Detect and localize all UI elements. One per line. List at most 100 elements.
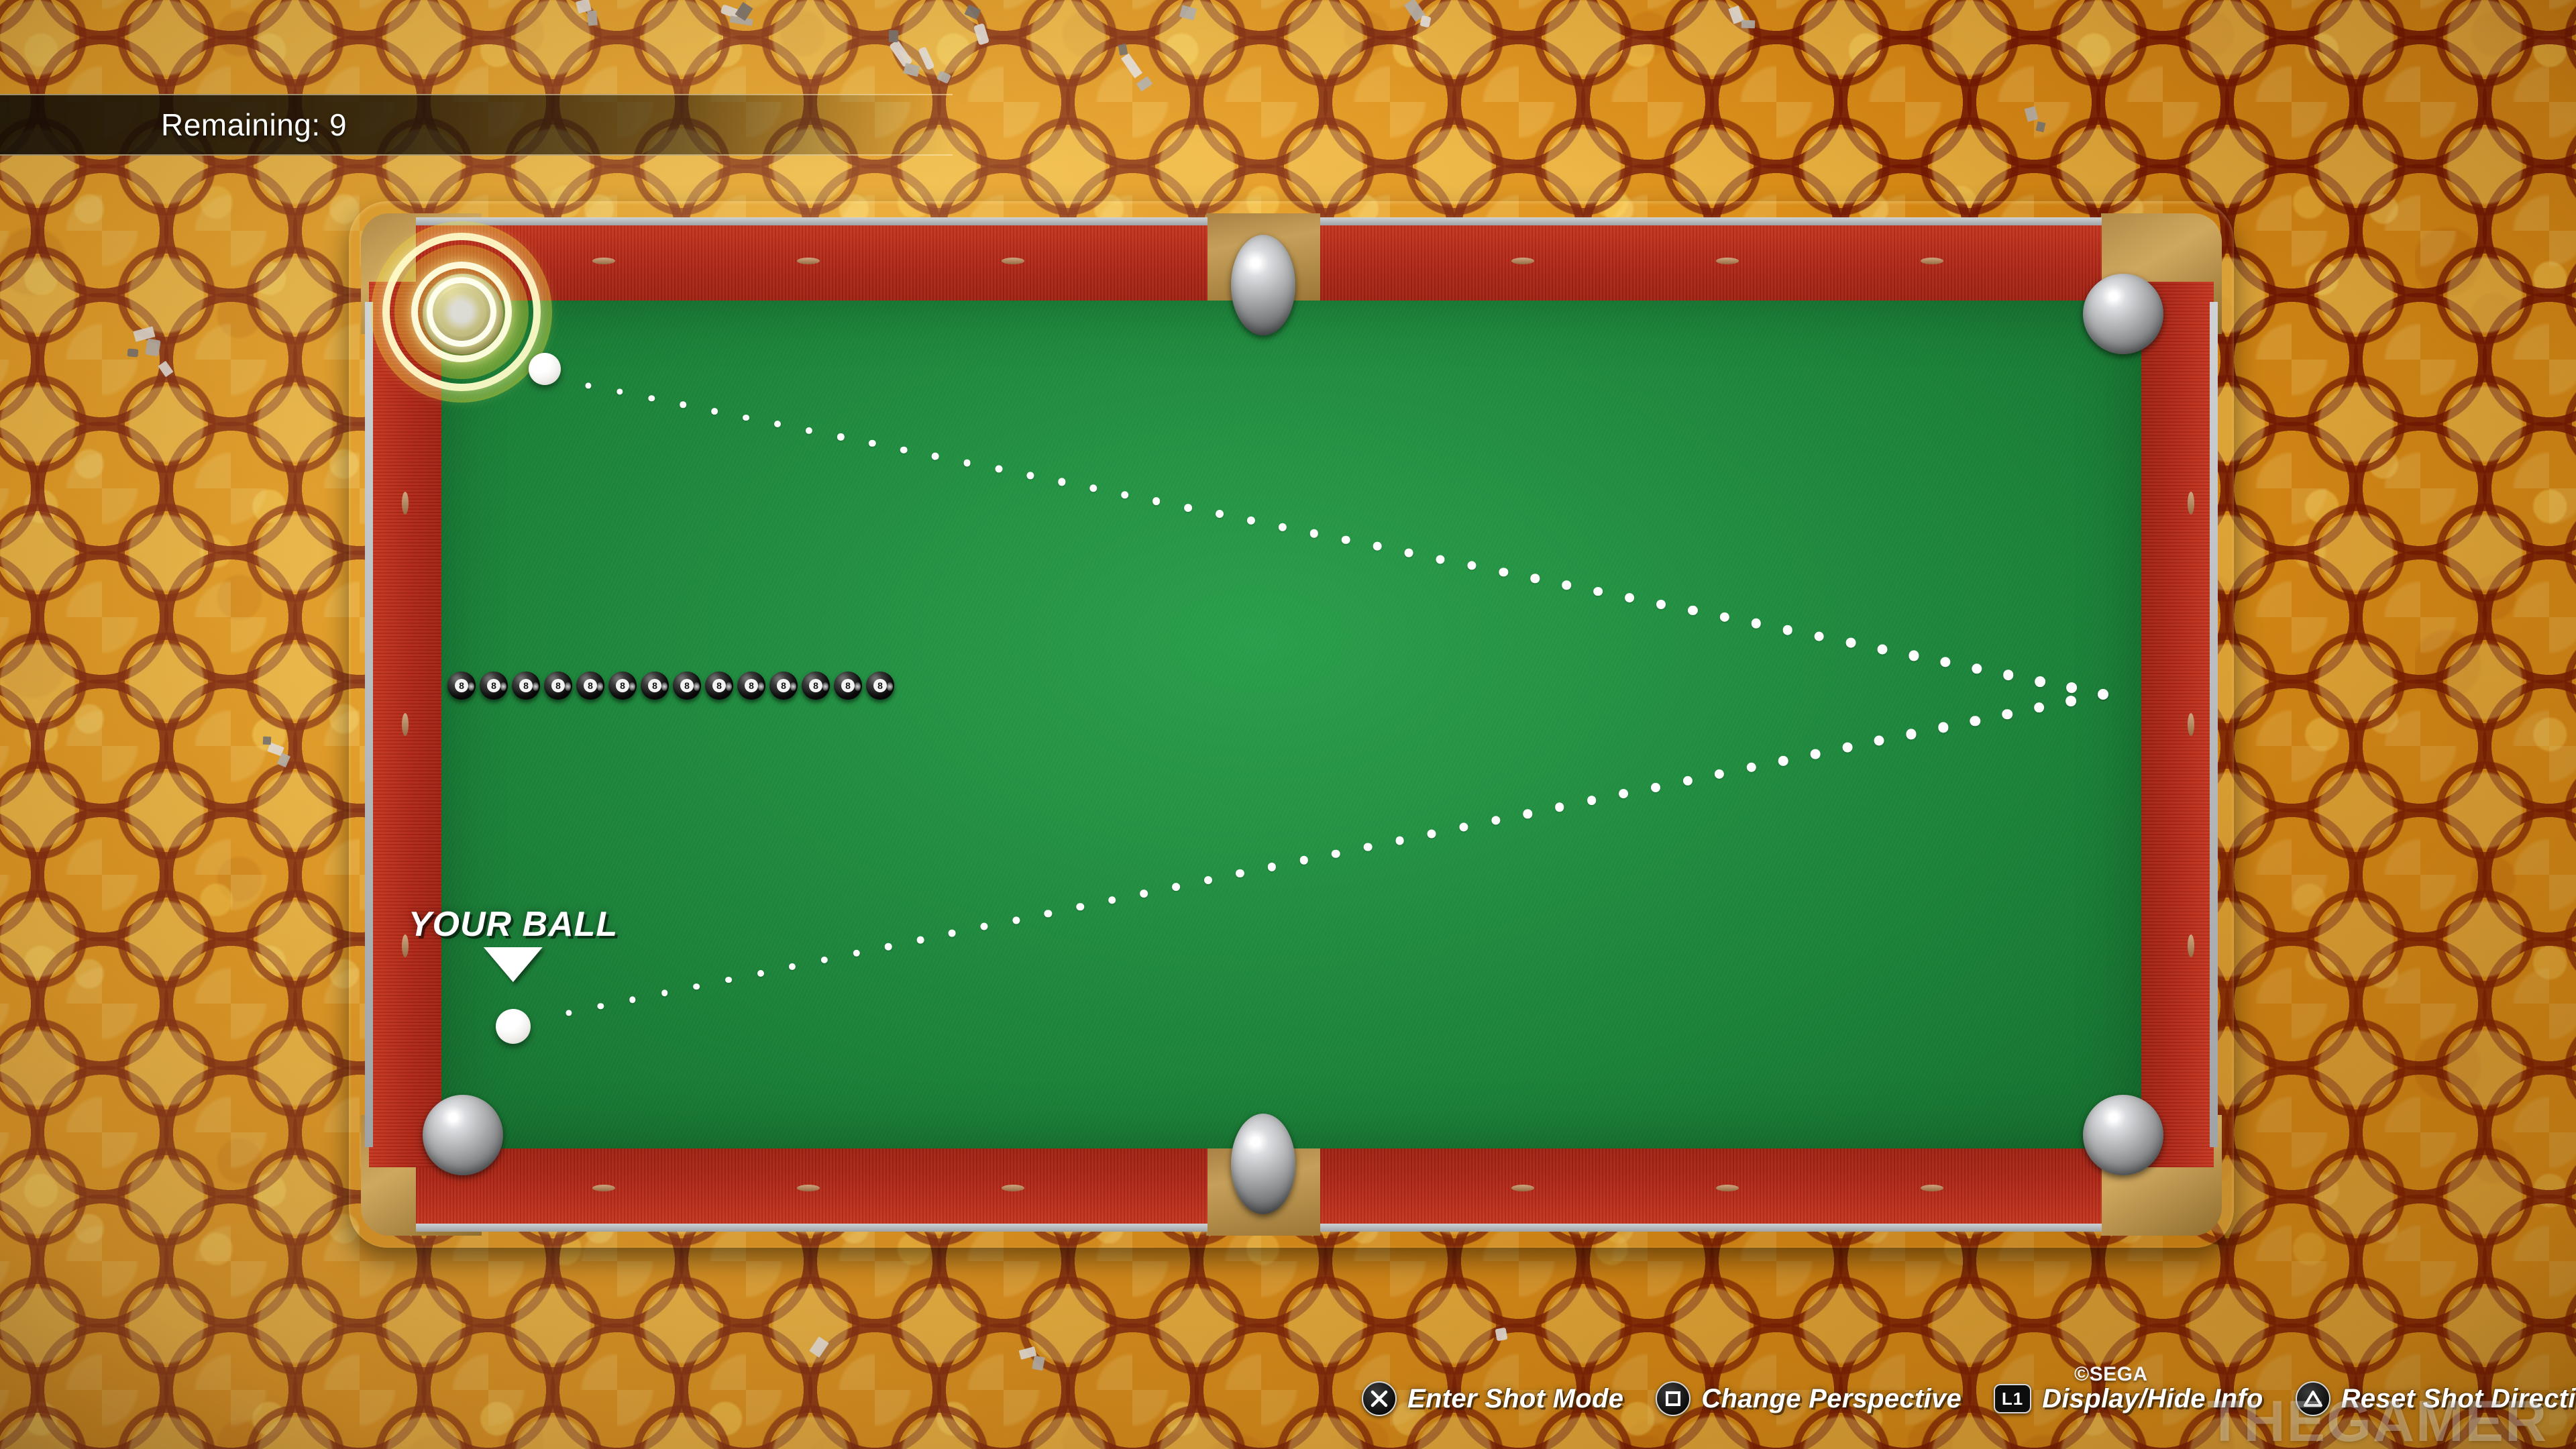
eight-ball[interactable]: 8 xyxy=(641,672,669,700)
eight-ball-number: 8 xyxy=(777,679,790,692)
eight-ball-number: 8 xyxy=(648,679,661,692)
aim-dot xyxy=(949,929,956,937)
table-rail-right xyxy=(2141,282,2214,1167)
debris-fragment xyxy=(1741,19,1756,29)
debris-fragment xyxy=(587,10,598,26)
eight-ball[interactable]: 8 xyxy=(769,672,798,700)
aim-dot xyxy=(743,414,750,421)
square-button-icon[interactable] xyxy=(1656,1381,1691,1416)
eight-ball-number: 8 xyxy=(745,679,758,692)
l1-shoulder-icon[interactable]: L1 xyxy=(1994,1384,2032,1413)
button-prompt[interactable]: Change Perspective xyxy=(1656,1381,1962,1416)
sega-copyright: ©SEGA xyxy=(2074,1363,2148,1385)
rail-diamond-marker xyxy=(592,1185,615,1191)
aim-dot xyxy=(1427,829,1436,839)
eight-ball[interactable]: 8 xyxy=(544,672,572,700)
ball-highlight xyxy=(694,682,700,691)
aim-dot xyxy=(1183,503,1192,512)
cross-button-icon[interactable] xyxy=(1362,1381,1397,1416)
pool-table[interactable] xyxy=(349,201,2234,1248)
game-screen: 8 8 8 8 8 8 8 8 8 8 8 8 8 8 YOUR BALL Remaining: 9 En… xyxy=(0,0,2576,1449)
table-felt[interactable] xyxy=(441,301,2141,1148)
aim-dot xyxy=(932,452,939,460)
eight-ball-number: 8 xyxy=(519,679,533,692)
eight-ball[interactable]: 8 xyxy=(447,672,476,700)
eight-ball[interactable]: 8 xyxy=(512,672,540,700)
eight-ball[interactable]: 8 xyxy=(866,672,894,700)
debris-fragment xyxy=(1495,1327,1508,1342)
aim-dot xyxy=(1656,599,1666,609)
debris-fragment xyxy=(145,338,161,357)
rail-edge-top-right xyxy=(1320,217,2102,225)
aim-dot xyxy=(1810,749,1821,759)
eight-ball-number: 8 xyxy=(873,679,887,692)
aim-dot xyxy=(1404,548,1413,557)
remaining-count-label: Remaining: 9 xyxy=(161,107,347,142)
aim-dot xyxy=(724,976,732,983)
rail-diamond-marker xyxy=(1511,1185,1534,1191)
aim-dot xyxy=(2065,695,2077,706)
rail-edge-bottom-right xyxy=(1320,1224,2102,1232)
ball-highlight xyxy=(468,682,474,691)
aim-dot xyxy=(693,983,700,990)
debris-fragment xyxy=(127,348,139,358)
aim-dot xyxy=(1341,535,1350,545)
aim-dot xyxy=(1215,510,1224,519)
aim-dot xyxy=(1874,735,1884,746)
your-ball-arrow-icon xyxy=(483,947,543,982)
rail-diamond-marker xyxy=(1921,1185,1943,1191)
aim-dot xyxy=(661,989,668,997)
aim-dot xyxy=(1778,755,1788,766)
ball-highlight xyxy=(533,682,539,691)
button-prompt[interactable]: Enter Shot Mode xyxy=(1362,1381,1623,1416)
aim-dot xyxy=(711,408,718,415)
rail-diamond-marker xyxy=(592,258,615,264)
pocket-side-bottom[interactable] xyxy=(1231,1114,1295,1214)
eight-ball-number: 8 xyxy=(680,679,694,692)
eight-ball[interactable]: 8 xyxy=(834,672,862,700)
eight-ball[interactable]: 8 xyxy=(673,672,701,700)
aim-dot xyxy=(1140,890,1148,898)
eight-ball[interactable]: 8 xyxy=(705,672,733,700)
aim-dot xyxy=(1593,586,1603,596)
aim-dot xyxy=(916,936,924,944)
aim-dot xyxy=(2066,682,2077,694)
target-ball[interactable] xyxy=(529,353,561,385)
eight-ball[interactable]: 8 xyxy=(576,672,604,700)
eight-ball[interactable]: 8 xyxy=(802,672,830,700)
pocket-top-left[interactable] xyxy=(423,274,503,354)
pocket-side-top[interactable] xyxy=(1231,235,1295,335)
pocket-bottom-right[interactable] xyxy=(2083,1095,2163,1175)
aim-dot xyxy=(1650,782,1660,792)
eight-ball[interactable]: 8 xyxy=(608,672,637,700)
thegamer-watermark: THEGAMER xyxy=(2207,1389,2548,1449)
eight-ball-number: 8 xyxy=(712,679,726,692)
ball-highlight xyxy=(822,682,828,691)
rail-edge-bottom-left xyxy=(416,1224,1208,1232)
aim-dot xyxy=(1108,896,1116,904)
aim-dot xyxy=(1332,849,1340,858)
aim-dot xyxy=(1625,593,1635,603)
ball-highlight xyxy=(855,682,861,691)
pocket-top-right[interactable] xyxy=(2083,274,2163,354)
eight-ball[interactable]: 8 xyxy=(480,672,508,700)
aim-dot xyxy=(1120,490,1129,499)
aim-dot xyxy=(1373,542,1382,551)
rail-edge-left xyxy=(365,302,373,1147)
aim-dot xyxy=(1587,796,1597,806)
aim-dot xyxy=(1619,789,1629,799)
table-rail-top-right xyxy=(1320,221,2102,301)
rail-diamond-marker xyxy=(1716,258,1739,264)
aim-dot xyxy=(1842,742,1853,753)
cue-ball[interactable] xyxy=(496,1009,531,1044)
eight-ball[interactable]: 8 xyxy=(737,672,765,700)
ball-highlight xyxy=(726,682,732,691)
debris-fragment xyxy=(262,736,272,745)
eight-ball-number: 8 xyxy=(841,679,855,692)
aim-dot xyxy=(1363,843,1373,851)
button-prompt-label: Enter Shot Mode xyxy=(1407,1383,1624,1413)
ball-highlight xyxy=(565,682,571,691)
eight-ball-number: 8 xyxy=(455,679,468,692)
pocket-bottom-left[interactable] xyxy=(423,1095,503,1175)
aim-dot xyxy=(2098,689,2108,700)
